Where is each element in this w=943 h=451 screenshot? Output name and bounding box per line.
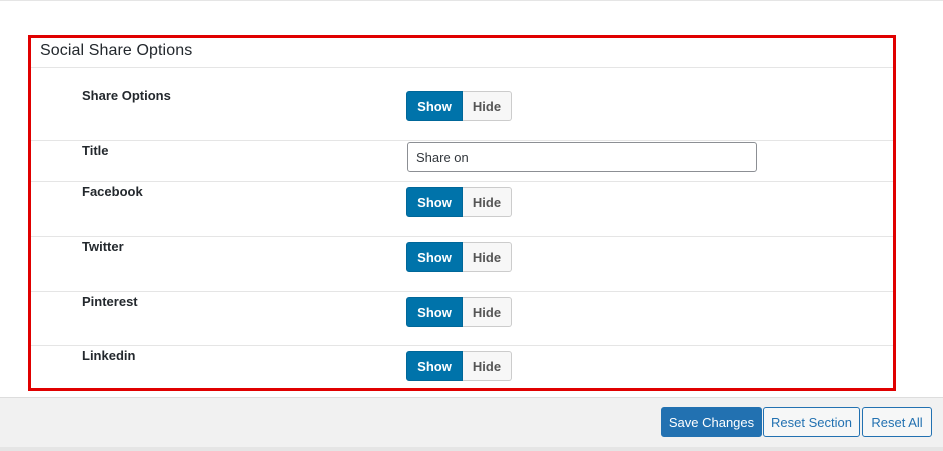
panel-title: Social Share Options: [40, 42, 193, 59]
hide-button[interactable]: Hide: [463, 187, 512, 217]
hide-button[interactable]: Hide: [463, 242, 512, 272]
reset-section-button[interactable]: Reset Section: [763, 407, 860, 437]
twitter-toggle: Show Hide: [406, 242, 512, 272]
row-label: Share Options: [82, 88, 171, 103]
pinterest-toggle: Show Hide: [406, 297, 512, 327]
row-share-options: Share Options Show Hide: [31, 68, 893, 141]
share-options-toggle: Show Hide: [406, 91, 512, 121]
row-pinterest: Pinterest Show Hide: [31, 292, 893, 346]
options-footer: Save Changes Reset Section Reset All: [0, 397, 943, 451]
facebook-toggle: Show Hide: [406, 187, 512, 217]
row-label: Linkedin: [82, 348, 136, 363]
reset-all-button[interactable]: Reset All: [862, 407, 932, 437]
row-facebook: Facebook Show Hide: [31, 182, 893, 237]
social-share-options-panel: Social Share Options Share Options Show …: [28, 35, 896, 391]
title-input[interactable]: [407, 142, 757, 172]
show-button[interactable]: Show: [406, 187, 463, 217]
hide-button[interactable]: Hide: [463, 351, 512, 381]
hide-button[interactable]: Hide: [463, 91, 512, 121]
show-button[interactable]: Show: [406, 91, 463, 121]
show-button[interactable]: Show: [406, 242, 463, 272]
row-label: Title: [82, 143, 109, 158]
row-title: Title: [31, 141, 893, 182]
show-button[interactable]: Show: [406, 351, 463, 381]
top-divider: [0, 0, 943, 1]
row-label: Twitter: [82, 239, 124, 254]
hide-button[interactable]: Hide: [463, 297, 512, 327]
row-label: Pinterest: [82, 294, 138, 309]
row-linkedin: Linkedin Show Hide: [31, 346, 893, 388]
show-button[interactable]: Show: [406, 297, 463, 327]
row-twitter: Twitter Show Hide: [31, 237, 893, 292]
footer-bottom-strip: [0, 447, 943, 451]
save-changes-button[interactable]: Save Changes: [661, 407, 762, 437]
linkedin-toggle: Show Hide: [406, 351, 512, 381]
row-label: Facebook: [82, 184, 143, 199]
